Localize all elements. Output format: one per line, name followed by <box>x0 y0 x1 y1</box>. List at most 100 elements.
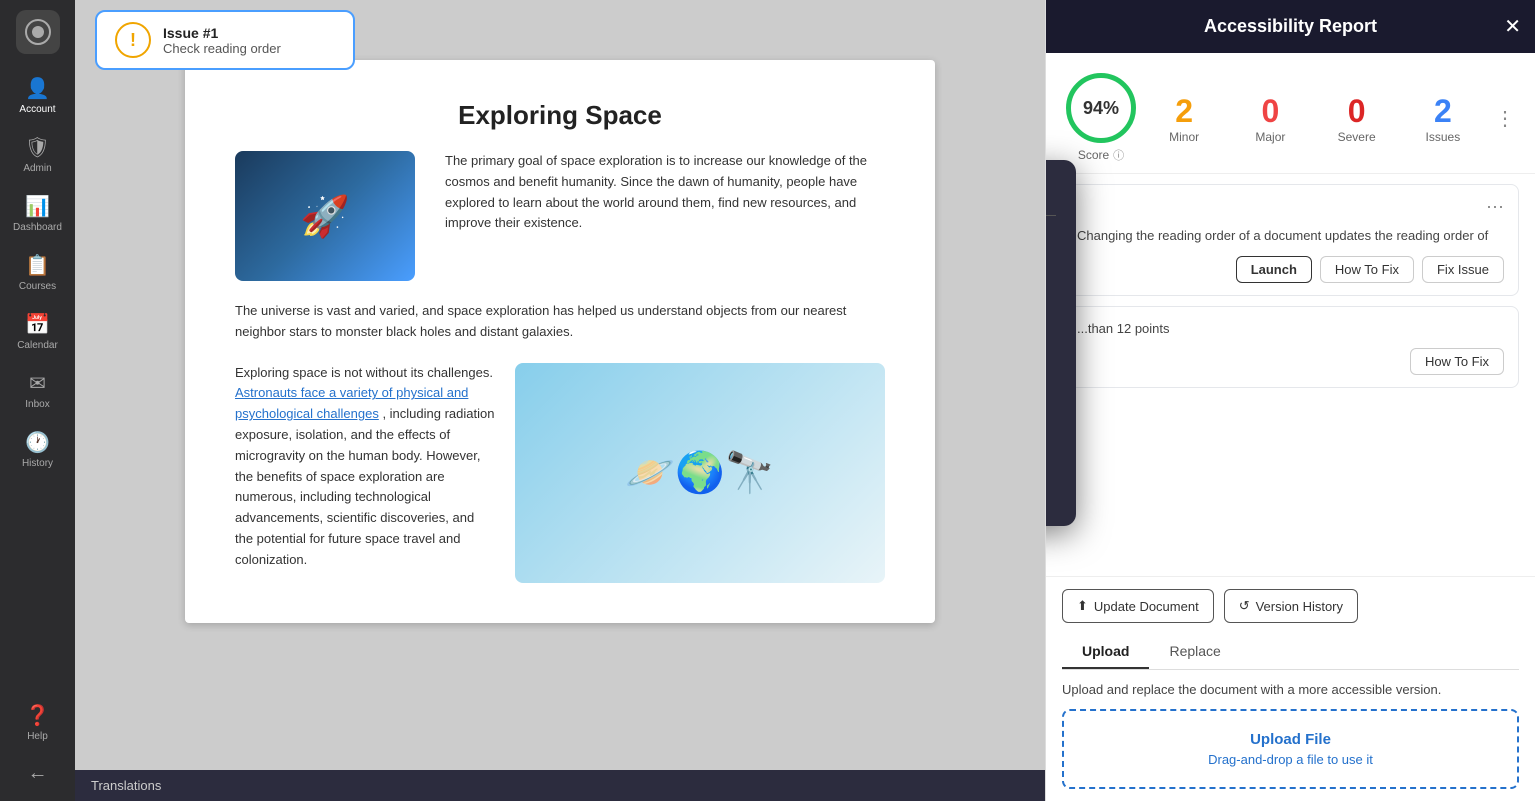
score-value: 94% <box>1083 98 1119 119</box>
update-document-button[interactable]: ⬆ Update Document <box>1062 589 1214 623</box>
help-icon: ❓ <box>25 703 50 728</box>
fix-issue-button-1[interactable]: Fix Issue <box>1422 256 1504 283</box>
doc-image-planets: 🪐🌍🔭 <box>515 363 885 583</box>
breakdown-title: Calculation Breakdown <box>1045 180 1056 201</box>
doc-para3-start: Exploring space is not without its chall… <box>235 365 493 380</box>
score-info-icon[interactable]: ⓘ <box>1113 147 1124 163</box>
sidebar-item-history[interactable]: 🕐 History <box>0 424 75 475</box>
doc-paragraph-1: The primary goal of space exploration is… <box>445 151 885 234</box>
sidebar-item-calendar[interactable]: 📅 Calendar <box>0 306 75 357</box>
upload-drop-zone[interactable]: Upload File Drag-and-drop a file to use … <box>1062 709 1519 789</box>
sidebar-item-courses[interactable]: 📋 Courses <box>0 247 75 298</box>
issues-area: ⋯ Changing the reading order of a docume… <box>1046 174 1535 576</box>
upload-zone-title: Upload File <box>1084 731 1497 748</box>
doc-image-space: 🚀 <box>235 151 415 281</box>
sidebar-label-inbox: Inbox <box>25 399 49 410</box>
score-circle: 94% <box>1066 73 1136 143</box>
close-button[interactable]: ✕ <box>1504 14 1521 39</box>
how-to-fix-button-1[interactable]: How To Fix <box>1320 256 1414 283</box>
issues-label: Issues <box>1426 130 1461 144</box>
issues-count: 2 <box>1434 93 1452 130</box>
sidebar-item-back[interactable]: ← <box>25 756 50 791</box>
translations-bar: Translations <box>75 770 1045 801</box>
sidebar-item-admin[interactable]: 🛡 Admin <box>0 129 75 180</box>
score-label-row: Score ⓘ <box>1078 147 1124 163</box>
doc-row-2: Exploring space is not without its chall… <box>235 363 885 583</box>
issue-banner[interactable]: ! Issue #1 Check reading order <box>95 10 355 70</box>
sidebar-bottom: ❓ Help ← <box>25 697 50 791</box>
issue-card-1-desc: Changing the reading order of a document… <box>1077 226 1504 246</box>
doc-paragraph-2: The universe is vast and varied, and spa… <box>235 301 885 343</box>
bottom-row: ⬆ Update Document ↺ Version History <box>1062 589 1519 623</box>
severe-count: 0 <box>1348 93 1366 130</box>
issue-card-1-actions: Launch How To Fix Fix Issue <box>1077 256 1504 283</box>
sidebar-label-courses: Courses <box>19 281 56 292</box>
tab-replace[interactable]: Replace <box>1149 635 1240 669</box>
issue-text-block: Issue #1 Check reading order <box>163 25 281 56</box>
score-label: Score <box>1078 148 1109 162</box>
sidebar-item-account[interactable]: 👤 Account <box>0 70 75 121</box>
doc-para3-end: , including radiation exposure, isolatio… <box>235 406 494 567</box>
upload-zone-sub: Drag-and-drop a file to use it <box>1084 752 1497 767</box>
issues-badge: 2 Issues <box>1405 93 1481 144</box>
bottom-section: ⬆ Update Document ↺ Version History Uplo… <box>1046 576 1535 801</box>
translations-label: Translations <box>91 778 161 793</box>
issue-card-2: ...than 12 points How To Fix <box>1062 306 1519 389</box>
issue-card-2-desc: ...than 12 points <box>1077 319 1504 339</box>
severe-badge: 0 Severe <box>1319 93 1395 144</box>
document-page: Exploring Space 🚀 The primary goal of sp… <box>185 60 935 623</box>
calculation-breakdown: Calculation Breakdown The Accessibility … <box>1045 160 1076 526</box>
version-history-button[interactable]: ↺ Version History <box>1224 589 1358 623</box>
version-icon: ↺ <box>1239 598 1250 614</box>
doc-row-1: 🚀 The primary goal of space exploration … <box>235 151 885 281</box>
issue-subtitle: Check reading order <box>163 41 281 56</box>
history-icon: 🕐 <box>25 430 50 455</box>
sidebar-item-help[interactable]: ❓ Help <box>25 697 50 748</box>
breakdown-tests-item: ☑ Accessibility Tests Performed: 21 <box>1045 291 1056 327</box>
major-label: Major <box>1255 130 1285 144</box>
doc-paragraph-3: Exploring space is not without its chall… <box>235 363 495 571</box>
breakdown-minor-item: ! Minor Issues: 2 <box>1045 341 1056 377</box>
sidebar-item-inbox[interactable]: ✉ Inbox <box>0 365 75 416</box>
app-logo <box>16 10 60 54</box>
score-row: 94% Score ⓘ 2 Minor 0 Major 0 Severe 2 I… <box>1046 53 1535 174</box>
courses-icon: 📋 <box>25 253 50 278</box>
panel-title: Accessibility Report <box>1204 16 1377 36</box>
document-area: ! Issue #1 Check reading order Exploring… <box>75 0 1045 801</box>
dashboard-icon: 📊 <box>25 194 50 219</box>
sidebar-item-dashboard[interactable]: 📊 Dashboard <box>0 188 75 239</box>
severe-label: Severe <box>1338 130 1376 144</box>
sidebar-label-history: History <box>22 458 53 469</box>
version-history-label: Version History <box>1256 599 1343 614</box>
back-icon: ← <box>28 762 48 785</box>
major-count: 0 <box>1261 93 1279 130</box>
sidebar-label-help: Help <box>27 731 48 742</box>
sidebar-label-calendar: Calendar <box>17 340 58 351</box>
panel-header: Accessibility Report ✕ <box>1046 0 1535 53</box>
issue-card-1-more-icon[interactable]: ⋯ <box>1486 197 1504 218</box>
issue-card-1: ⋯ Changing the reading order of a docume… <box>1062 184 1519 296</box>
upload-description: Upload and replace the document with a m… <box>1062 682 1519 697</box>
breakdown-divider <box>1045 215 1056 216</box>
update-document-label: Update Document <box>1094 599 1199 614</box>
minor-label: Minor <box>1169 130 1199 144</box>
upload-tabs: Upload Replace <box>1062 635 1519 670</box>
breakdown-desc: The Accessibility Score of 94% was calcu… <box>1045 230 1056 275</box>
sidebar-label-admin: Admin <box>23 163 51 174</box>
account-icon: 👤 <box>25 76 50 101</box>
issue-warning-icon: ! <box>115 22 151 58</box>
how-to-fix-button-2[interactable]: How To Fix <box>1410 348 1504 375</box>
sidebar: 👤 Account 🛡 Admin 📊 Dashboard 📋 Courses … <box>0 0 75 801</box>
more-options-icon[interactable]: ⋮ <box>1495 106 1515 131</box>
tab-upload[interactable]: Upload <box>1062 635 1149 669</box>
sidebar-label-dashboard: Dashboard <box>13 222 62 233</box>
issue-card-2-actions: How To Fix <box>1077 348 1504 375</box>
sidebar-label-account: Account <box>19 104 55 115</box>
accessibility-report-panel: Accessibility Report ✕ 94% Score ⓘ 2 Min… <box>1045 0 1535 801</box>
launch-button[interactable]: Launch <box>1236 256 1312 283</box>
inbox-icon: ✉ <box>29 371 46 396</box>
doc-title: Exploring Space <box>235 100 885 131</box>
minor-count: 2 <box>1175 93 1193 130</box>
issue-card-1-top: ⋯ <box>1077 197 1504 218</box>
admin-icon: 🛡 <box>25 135 50 160</box>
